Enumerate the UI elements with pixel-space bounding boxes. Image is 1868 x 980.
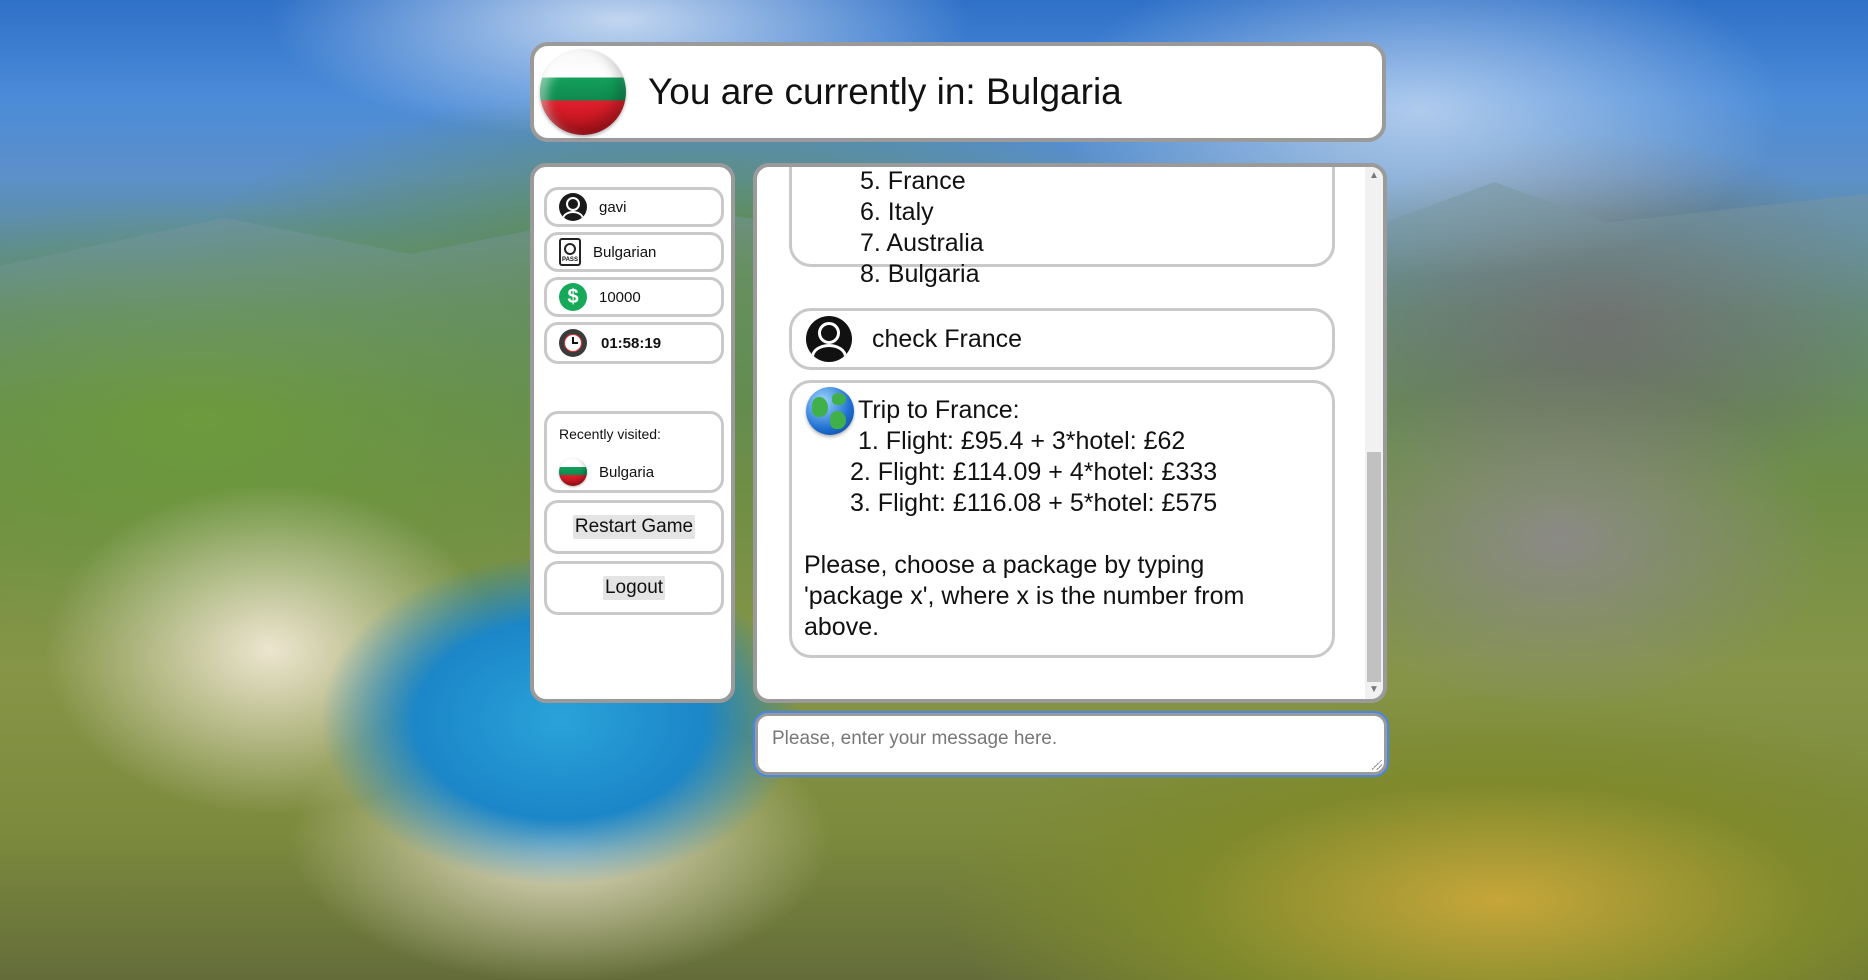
page-title: You are currently in: Bulgaria (648, 71, 1122, 112)
passport-icon: PASS (559, 238, 581, 266)
scroll-down-arrow-icon[interactable]: ▼ (1365, 681, 1383, 699)
scroll-up-arrow-icon[interactable]: ▲ (1365, 167, 1383, 185)
bulgaria-flag-icon (559, 458, 587, 486)
money-amount: 10000 (599, 288, 641, 306)
username: gavi (599, 198, 627, 216)
time-remaining: 01:58:19 (601, 334, 662, 352)
package-prompt: 'package x', where x is the number from (804, 582, 1245, 610)
recently-visited-item: Bulgaria (559, 458, 654, 486)
package-option: 2. Flight: £114.09 + 4*hotel: £333 (850, 458, 1218, 486)
package-prompt: above. (804, 613, 880, 641)
recently-visited-label: Recently visited: (559, 426, 661, 442)
scroll-thumb[interactable] (1367, 452, 1381, 682)
package-option: 3. Flight: £116.08 + 5*hotel: £575 (850, 489, 1218, 517)
destinations-message: 5. France 6. Italy 7. Australia 8. Bulga… (789, 167, 1335, 288)
money-chip: $ 10000 (544, 277, 724, 317)
message-input-box (753, 711, 1389, 777)
chat-log[interactable]: 5. France 6. Italy 7. Australia 8. Bulga… (753, 163, 1387, 703)
message-input[interactable] (758, 716, 1384, 772)
bot-message: Trip to France: 1. Flight: £95.4 + 3*hot… (789, 380, 1335, 658)
user-message: check France (789, 308, 1335, 370)
bulgaria-flag-icon (540, 49, 626, 135)
timer-chip: 01:58:19 (544, 322, 724, 364)
logout-button[interactable]: Logout (544, 561, 724, 615)
user-avatar-icon (806, 316, 852, 362)
recently-visited: Recently visited: Bulgaria (544, 411, 724, 493)
nationality: Bulgarian (593, 243, 657, 261)
package-option: 1. Flight: £95.4 + 3*hotel: £62 (858, 427, 1186, 455)
nationality-chip: PASS Bulgarian (544, 232, 724, 272)
restart-game-button[interactable]: Restart Game (544, 500, 724, 554)
dollar-icon: $ (559, 283, 587, 311)
username-chip: gavi (544, 187, 724, 227)
resize-handle-icon[interactable] (1372, 760, 1382, 770)
user-icon (559, 193, 587, 221)
trip-title: Trip to France: (858, 396, 1020, 424)
location-header: You are currently in: Bulgaria (530, 42, 1386, 142)
player-sidebar: gavi PASS Bulgarian $ 10000 01:58:19 Rec… (530, 163, 735, 703)
clock-icon (559, 329, 587, 357)
globe-icon (806, 387, 854, 435)
package-prompt: Please, choose a package by typing (804, 551, 1205, 579)
chat-scrollbar[interactable]: ▲ ▼ (1365, 167, 1383, 699)
